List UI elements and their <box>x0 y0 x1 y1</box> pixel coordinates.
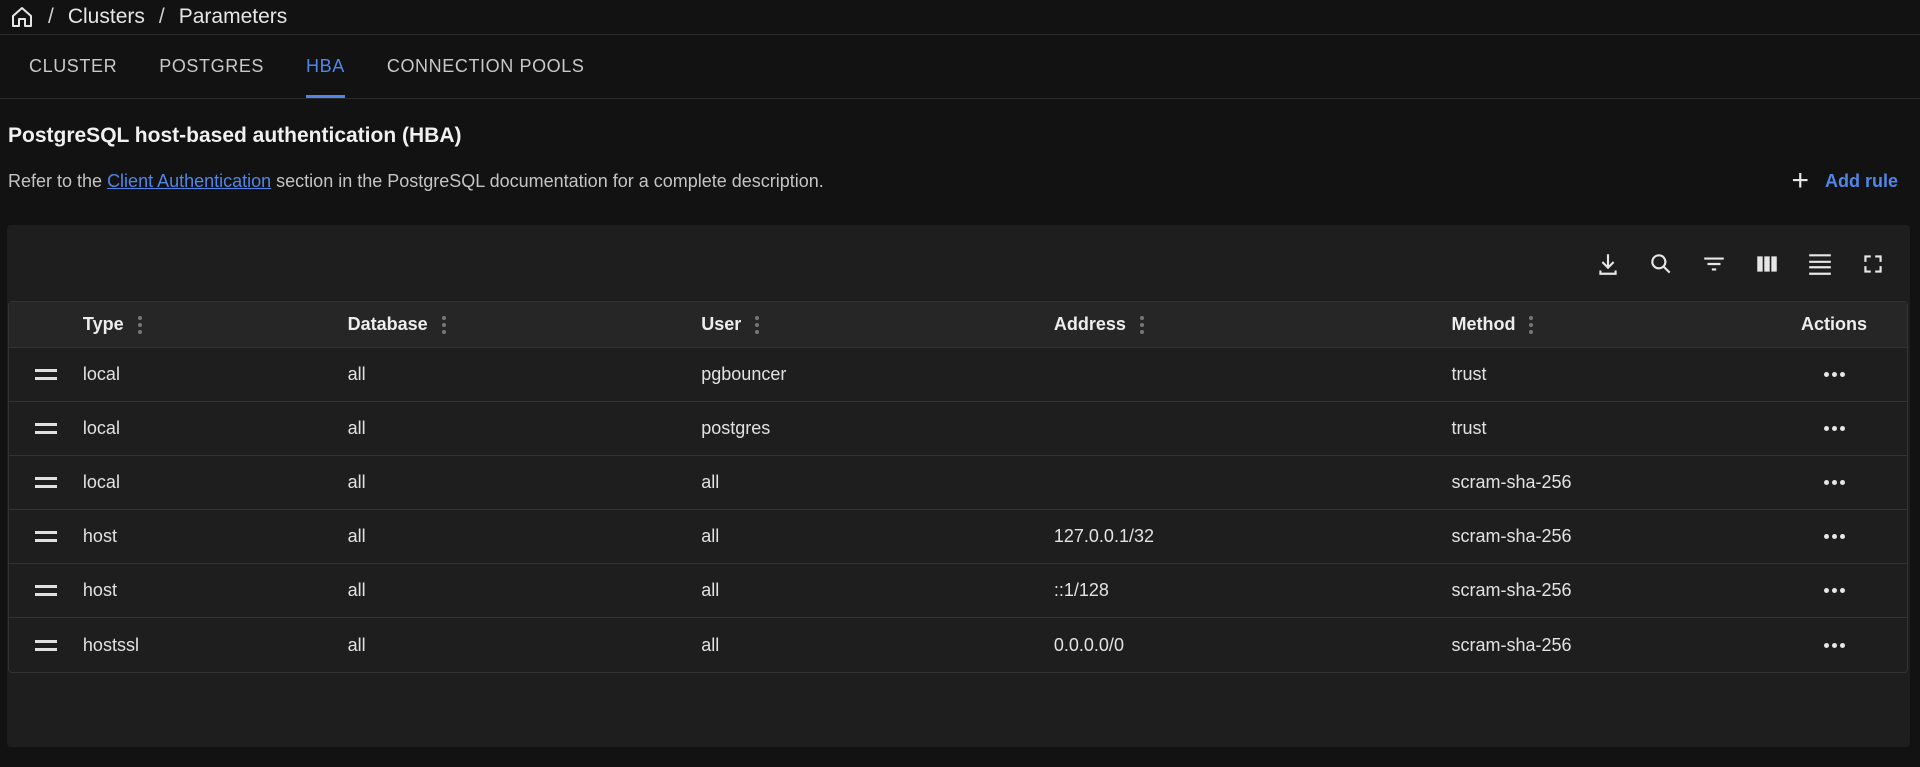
more-horizontal-icon[interactable] <box>1816 635 1853 656</box>
drag-handle-icon[interactable] <box>9 423 83 434</box>
more-horizontal-icon[interactable] <box>1816 526 1853 547</box>
cell-address: 0.0.0.0/0 <box>1053 634 1124 655</box>
cell-method: scram-sha-256 <box>1451 526 1572 546</box>
cell-type: host <box>82 526 117 546</box>
cell-database: all <box>347 472 366 492</box>
row-actions-cell <box>1761 635 1907 656</box>
cell-type: hostssl <box>82 634 139 655</box>
table-row: host all all 127.0.0.1/32 scram-sha-256 <box>9 510 1907 564</box>
more-horizontal-icon[interactable] <box>1816 418 1853 439</box>
cell-type: local <box>82 472 120 492</box>
cell-type: local <box>82 418 120 438</box>
cell-database: all <box>347 634 366 655</box>
search-icon[interactable] <box>1646 249 1676 279</box>
table-row: local all all scram-sha-256 <box>9 456 1907 510</box>
cell-database: all <box>347 526 366 546</box>
description-text: section in the PostgreSQL documentation … <box>271 170 824 191</box>
table-row: hostssl all all 0.0.0.0/0 scram-sha-256 <box>9 618 1907 672</box>
cell-method: trust <box>1451 418 1487 438</box>
cell-user: all <box>701 526 720 546</box>
description-text: Refer to the <box>8 170 108 191</box>
drag-handle-icon[interactable] <box>9 477 83 488</box>
drag-handle-icon[interactable] <box>9 639 83 651</box>
cell-address: ::1/128 <box>1053 580 1109 600</box>
cell-database: all <box>347 364 366 384</box>
cell-method: scram-sha-256 <box>1451 580 1572 600</box>
tab-connection-pools[interactable]: CONNECTION POOLS <box>366 35 606 98</box>
cell-type: local <box>82 364 120 384</box>
tab-postgres[interactable]: POSTGRES <box>138 35 285 98</box>
table-row: local all postgres trust <box>9 402 1907 456</box>
plus-icon: + <box>1791 164 1809 197</box>
cell-user: postgres <box>701 418 771 438</box>
drag-handle-icon[interactable] <box>9 369 83 380</box>
cell-user: all <box>701 580 720 600</box>
more-horizontal-icon[interactable] <box>1816 364 1853 385</box>
fullscreen-icon[interactable] <box>1858 249 1888 279</box>
density-icon[interactable] <box>1805 249 1835 279</box>
column-header-label: Database <box>347 314 428 334</box>
column-header-label: User <box>701 314 742 334</box>
drag-handle-icon[interactable] <box>9 531 83 542</box>
row-actions-cell <box>1761 580 1907 601</box>
hba-table: Type Database User Address Method Action… <box>8 301 1908 673</box>
column-header-actions: Actions <box>1801 314 1868 334</box>
cell-type: host <box>82 580 117 600</box>
more-horizontal-icon[interactable] <box>1816 580 1853 601</box>
column-menu-icon[interactable] <box>1139 315 1144 334</box>
add-rule-button[interactable]: + Add rule <box>1791 166 1898 196</box>
filter-icon[interactable] <box>1699 249 1729 279</box>
page-description: Refer to the Client Authentication secti… <box>8 171 824 192</box>
breadcrumb-separator: / <box>158 5 165 28</box>
column-menu-icon[interactable] <box>1529 315 1534 334</box>
column-menu-icon[interactable] <box>137 315 142 334</box>
columns-icon[interactable] <box>1752 249 1782 279</box>
table-panel: Type Database User Address Method Action… <box>7 225 1910 747</box>
row-actions-cell <box>1761 418 1907 439</box>
column-header-label: Type <box>82 314 124 334</box>
add-rule-label: Add rule <box>1824 170 1898 191</box>
cell-method: scram-sha-256 <box>1451 634 1572 655</box>
breadcrumb: / Clusters / Parameters <box>0 0 1920 35</box>
home-icon[interactable] <box>10 5 34 29</box>
column-header-method[interactable]: Method <box>1451 314 1761 335</box>
drag-handle-icon[interactable] <box>9 585 83 596</box>
column-header-address[interactable]: Address <box>1054 314 1452 335</box>
cell-address: 127.0.0.1/32 <box>1053 526 1154 546</box>
column-menu-icon[interactable] <box>441 315 446 334</box>
row-actions-cell <box>1761 472 1907 493</box>
tab-cluster[interactable]: CLUSTER <box>8 35 138 98</box>
page-title: PostgreSQL host-based authentication (HB… <box>8 124 462 147</box>
description-row: Refer to the Client Authentication secti… <box>0 166 1920 196</box>
table-header-row: Type Database User Address Method Action… <box>9 302 1907 348</box>
column-menu-icon[interactable] <box>755 315 760 334</box>
cell-method: trust <box>1451 364 1487 384</box>
column-header-type[interactable]: Type <box>83 314 348 335</box>
cell-user: all <box>701 472 720 492</box>
column-header-label: Method <box>1451 314 1516 334</box>
cell-method: scram-sha-256 <box>1451 472 1572 492</box>
column-header-label: Address <box>1053 314 1126 334</box>
table-row: local all pgbouncer trust <box>9 348 1907 402</box>
breadcrumb-item-parameters: Parameters <box>178 5 288 28</box>
download-icon[interactable] <box>1593 249 1623 279</box>
cell-database: all <box>347 580 366 600</box>
tab-bar: CLUSTER POSTGRES HBA CONNECTION POOLS <box>0 35 1920 99</box>
cell-user: all <box>701 634 720 655</box>
column-header-database[interactable]: Database <box>348 314 702 335</box>
table-row: host all all ::1/128 scram-sha-256 <box>9 564 1907 618</box>
breadcrumb-item-clusters[interactable]: Clusters <box>68 5 145 29</box>
row-actions-cell <box>1761 526 1907 547</box>
client-authentication-link[interactable]: Client Authentication <box>107 171 271 191</box>
cell-database: all <box>347 418 366 438</box>
breadcrumb-separator: / <box>48 5 54 28</box>
tab-hba[interactable]: HBA <box>285 35 366 98</box>
table-toolbar <box>1593 249 1888 279</box>
cell-user: pgbouncer <box>701 364 787 384</box>
more-horizontal-icon[interactable] <box>1816 472 1853 493</box>
column-header-user[interactable]: User <box>701 314 1054 335</box>
row-actions-cell <box>1761 364 1907 385</box>
